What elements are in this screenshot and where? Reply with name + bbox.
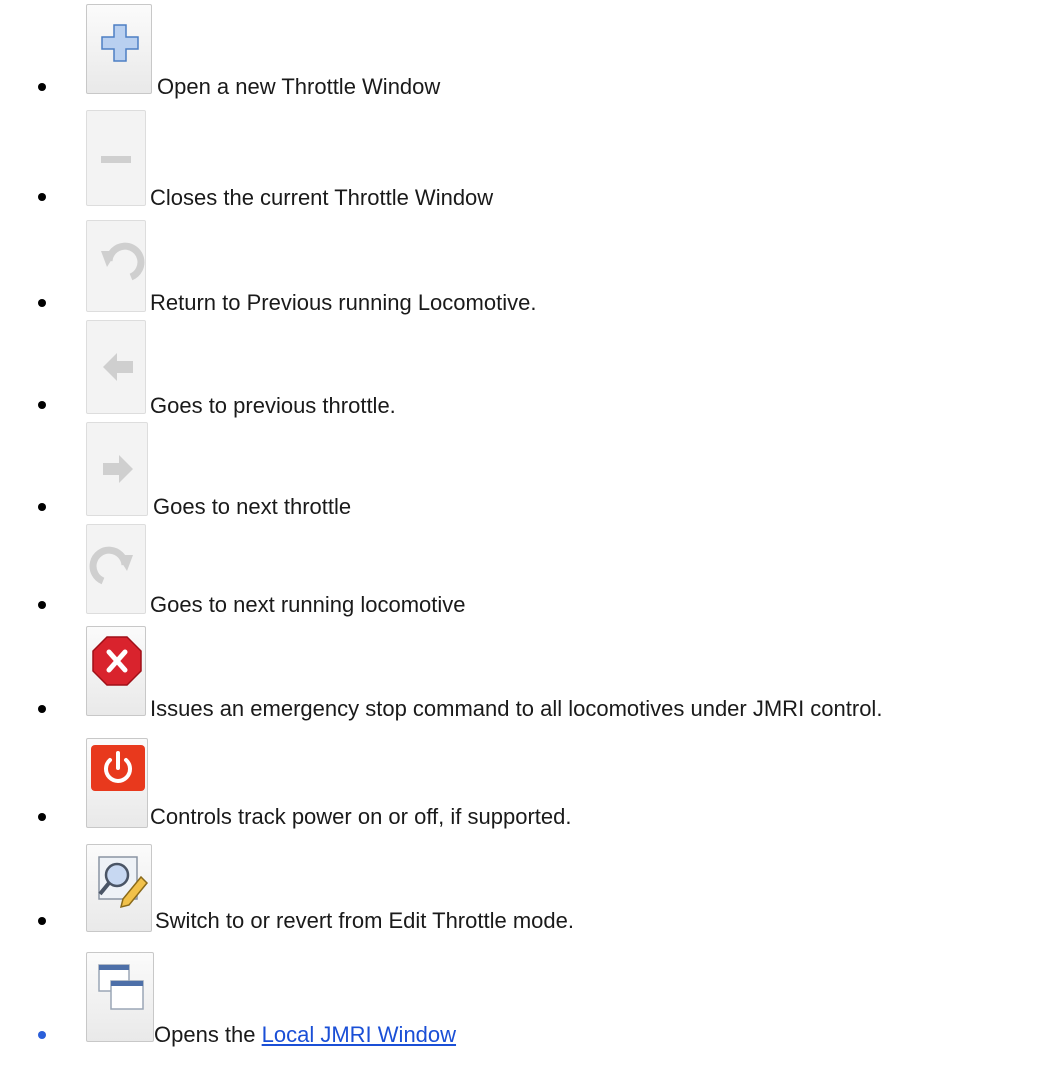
new-throttle-button[interactable] xyxy=(86,4,152,94)
item-label: Opens the Local JMRI Window xyxy=(154,1022,456,1048)
undo-arrow-icon xyxy=(101,242,145,281)
right-arrow-icon xyxy=(103,455,133,483)
bullet xyxy=(38,601,46,609)
edit-throttle-button[interactable] xyxy=(86,844,152,932)
close-throttle-button[interactable] xyxy=(86,110,146,206)
item-label: Switch to or revert from Edit Throttle m… xyxy=(155,908,574,933)
item-label: Controls track power on or off, if suppo… xyxy=(150,804,572,829)
local-jmri-window-link[interactable]: Local JMRI Window xyxy=(262,1022,456,1047)
bullet xyxy=(38,299,46,307)
item-label: Goes to next running locomotive xyxy=(150,592,466,617)
next-running-button[interactable] xyxy=(86,524,146,614)
item-label: Goes to next throttle xyxy=(153,494,352,519)
bullet xyxy=(38,1031,46,1039)
next-throttle-button[interactable] xyxy=(86,422,148,516)
bullet xyxy=(38,705,46,713)
bullet xyxy=(38,83,46,91)
item-label: Issues an emergency stop command to all … xyxy=(150,696,883,721)
item-label: Closes the current Throttle Window xyxy=(150,185,494,210)
bullet xyxy=(38,503,46,511)
plus-icon xyxy=(101,24,139,62)
bullet xyxy=(38,813,46,821)
edit-throttle-icon xyxy=(98,856,149,909)
redo-arrow-icon xyxy=(89,546,133,585)
emergency-stop-button[interactable] xyxy=(86,626,146,716)
bullet xyxy=(38,193,46,201)
previous-throttle-button[interactable] xyxy=(86,320,146,414)
previous-running-button[interactable] xyxy=(86,220,146,312)
windows-icon xyxy=(98,964,144,1010)
local-jmri-window-button[interactable] xyxy=(86,952,154,1042)
bullet xyxy=(38,917,46,925)
item-label: Open a new Throttle Window xyxy=(157,74,441,99)
item-label-prefix: Opens the xyxy=(154,1022,262,1047)
bullet xyxy=(38,401,46,409)
item-label: Return to Previous running Locomotive. xyxy=(150,290,537,315)
minus-icon xyxy=(101,156,131,163)
track-power-button[interactable] xyxy=(86,738,148,828)
emergency-stop-icon xyxy=(92,636,142,686)
left-arrow-icon xyxy=(103,353,133,381)
power-icon xyxy=(91,745,145,791)
item-label: Goes to previous throttle. xyxy=(150,393,396,418)
